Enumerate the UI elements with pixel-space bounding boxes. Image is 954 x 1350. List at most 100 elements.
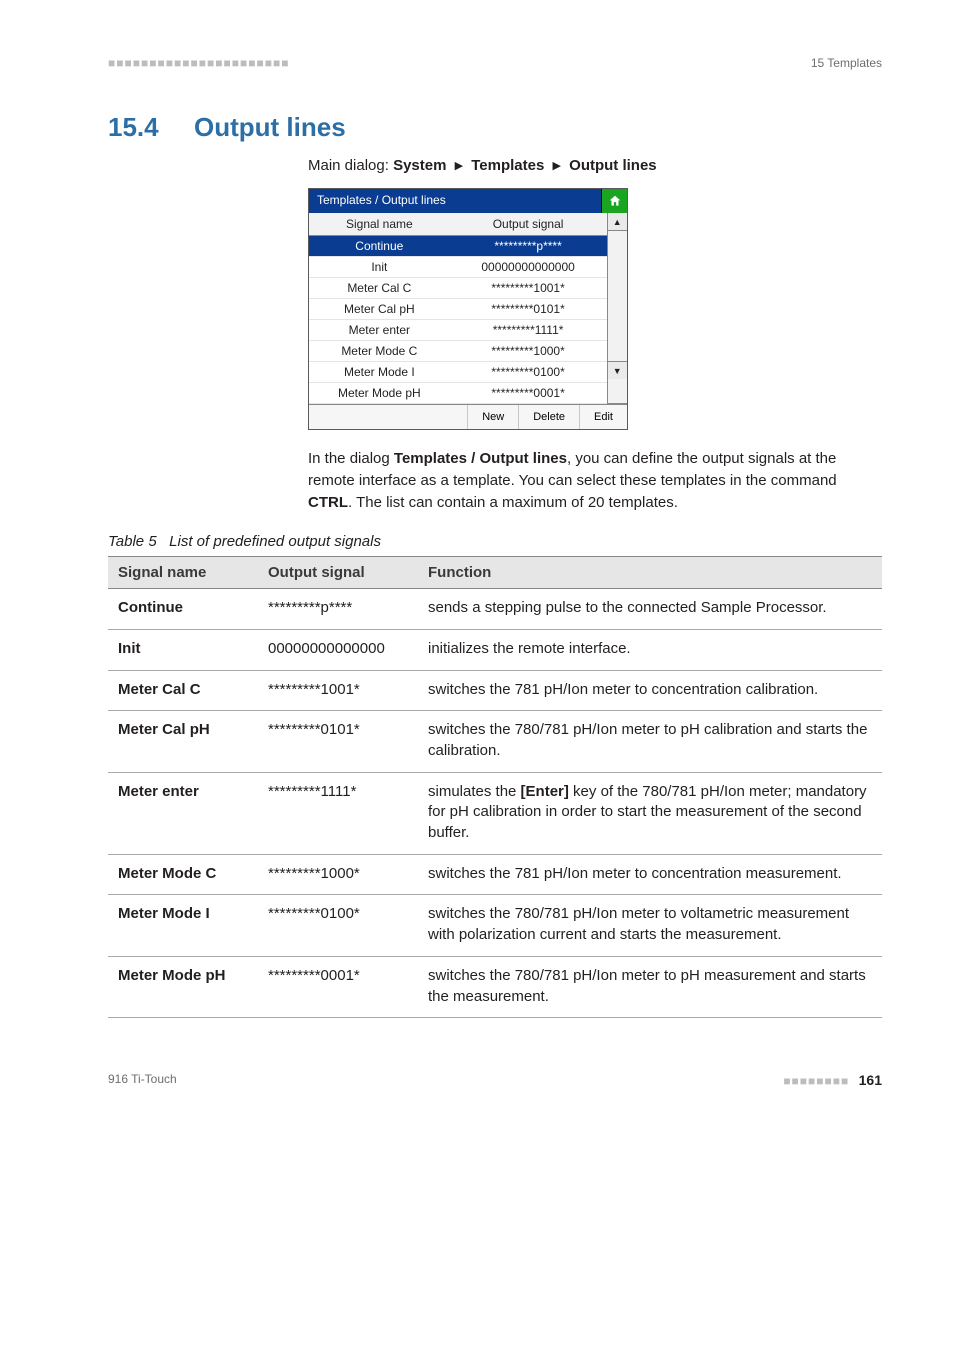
cell-name: Meter Cal C (309, 278, 450, 299)
header-dots: ■■■■■■■■■■■■■■■■■■■■■■ (108, 56, 289, 70)
cell-sig: *********0101* (450, 299, 607, 320)
table-caption: Table 5 List of predefined output signal… (108, 533, 882, 550)
cell-sig: *********p**** (450, 236, 607, 257)
cell-function: switches the 780/781 pH/Ion meter to vol… (418, 895, 882, 956)
table-row: Meter Mode I *********0100* switches the… (108, 895, 882, 956)
th-output-signal: Output signal (258, 557, 418, 589)
cell-signal-name: Meter Mode pH (108, 956, 258, 1017)
table-row: Init 00000000000000 initializes the remo… (108, 629, 882, 670)
cell-signal-name: Meter enter (108, 772, 258, 854)
cell-sig: *********1000* (450, 341, 607, 362)
cell-function: initializes the remote interface. (418, 629, 882, 670)
home-button[interactable] (601, 189, 627, 213)
dialog-title: Templates / Output lines (309, 189, 601, 213)
cell-sig: *********1111* (450, 320, 607, 341)
dialog-actionbar: New Delete Edit (309, 404, 627, 429)
th-signal-name: Signal name (108, 557, 258, 589)
para-bold: Templates / Output lines (394, 450, 567, 467)
cell-function: sends a stepping pulse to the connected … (418, 589, 882, 630)
th-function: Function (418, 557, 882, 589)
table-row[interactable]: Meter Mode I*********0100* (309, 362, 627, 383)
breadcrumb-p3: Output lines (569, 157, 657, 174)
cell-output-signal: *********p**** (258, 589, 418, 630)
cell-name: Continue (309, 236, 450, 257)
table-row: Continue *********p**** sends a stepping… (108, 589, 882, 630)
cell-output-signal: *********0100* (258, 895, 418, 956)
cell-signal-name: Meter Mode I (108, 895, 258, 956)
cell-sig: *********1001* (450, 278, 607, 299)
section-title: Output lines (194, 112, 346, 142)
table-row: Meter Cal pH *********0101* switches the… (108, 711, 882, 772)
cell-signal-name: Meter Mode C (108, 854, 258, 895)
cell-signal-name: Meter Cal C (108, 670, 258, 711)
edit-button[interactable]: Edit (579, 405, 627, 429)
cell-function: switches the 781 pH/Ion meter to concent… (418, 854, 882, 895)
table-row: Meter enter *********1111* simulates the… (108, 772, 882, 854)
cell-sig: 00000000000000 (450, 257, 607, 278)
chevron-right-icon: ▶ (451, 160, 467, 172)
table-row[interactable]: Meter Cal C*********1001* (309, 278, 627, 299)
cell-output-signal: *********0001* (258, 956, 418, 1017)
func-text: simulates the (428, 783, 521, 800)
cell-function: switches the 781 pH/Ion meter to concent… (418, 670, 882, 711)
table-row: Meter Cal C *********1001* switches the … (108, 670, 882, 711)
table-row[interactable]: Meter Cal pH*********0101* (309, 299, 627, 320)
running-header: ■■■■■■■■■■■■■■■■■■■■■■ 15 Templates (108, 56, 882, 70)
cell-name: Meter Mode I (309, 362, 450, 383)
cell-name: Meter Mode C (309, 341, 450, 362)
breadcrumb-p1: System (393, 157, 446, 174)
table-row[interactable]: Meter Mode pH*********0001* (309, 383, 627, 404)
table-caption-text: List of predefined output signals (169, 533, 381, 550)
para-text: In the dialog (308, 450, 394, 467)
header-chapter: 15 Templates (811, 56, 882, 70)
down-arrow-icon: ▼ (613, 366, 622, 376)
templates-output-lines-dialog: Templates / Output lines Signal name Out… (308, 188, 628, 430)
page-number: 161 (859, 1072, 882, 1088)
new-button[interactable]: New (467, 405, 518, 429)
output-signals-table: Signal name Output signal Function Conti… (108, 556, 882, 1018)
cell-name: Init (309, 257, 450, 278)
cell-output-signal: *********1111* (258, 772, 418, 854)
cell-output-signal: *********1001* (258, 670, 418, 711)
cell-name: Meter Cal pH (309, 299, 450, 320)
func-bold: [Enter] (521, 783, 569, 800)
para-bold: CTRL (308, 494, 348, 511)
cell-name: Meter enter (309, 320, 450, 341)
footer-dots: ■■■■■■■■ (783, 1074, 849, 1088)
breadcrumb-p2: Templates (471, 157, 544, 174)
up-arrow-icon: ▲ (613, 217, 622, 227)
table-row[interactable]: Meter enter*********1111* (309, 320, 627, 341)
table-row[interactable]: Continue*********p**** (309, 236, 627, 257)
dialog-table: Signal name Output signal ▲ ▼ Continue**… (309, 213, 627, 404)
cell-function: switches the 780/781 pH/Ion meter to pH … (418, 711, 882, 772)
table-row[interactable]: Meter Mode C*********1000* (309, 341, 627, 362)
dialog-col-signal-name: Signal name (309, 213, 450, 236)
para-text: . The list can contain a maximum of 20 t… (348, 494, 678, 511)
breadcrumb: Main dialog: System ▶ Templates ▶ Output… (308, 157, 882, 174)
scroll-down-button[interactable]: ▼ (608, 361, 628, 379)
home-icon (608, 194, 622, 208)
section-heading: 15.4Output lines (108, 112, 882, 143)
dialog-titlebar: Templates / Output lines (309, 189, 627, 213)
chevron-right-icon: ▶ (549, 160, 565, 172)
intro-paragraph: In the dialog Templates / Output lines, … (308, 448, 882, 513)
table-row[interactable]: Init00000000000000 (309, 257, 627, 278)
page-footer: 916 Ti-Touch ■■■■■■■■ 161 (108, 1072, 882, 1088)
dialog-col-output-signal: Output signal (450, 213, 607, 236)
cell-output-signal: *********0101* (258, 711, 418, 772)
section-number: 15.4 (108, 112, 194, 143)
cell-sig: *********0100* (450, 362, 607, 383)
table-caption-num: Table 5 (108, 533, 157, 550)
cell-signal-name: Meter Cal pH (108, 711, 258, 772)
cell-function: switches the 780/781 pH/Ion meter to pH … (418, 956, 882, 1017)
cell-function: simulates the [Enter] key of the 780/781… (418, 772, 882, 854)
scroll-up-button[interactable]: ▲ (608, 213, 628, 231)
cell-output-signal: 00000000000000 (258, 629, 418, 670)
delete-button[interactable]: Delete (518, 405, 579, 429)
table-row: Meter Mode C *********1000* switches the… (108, 854, 882, 895)
cell-signal-name: Continue (108, 589, 258, 630)
footer-product: 916 Ti-Touch (108, 1072, 177, 1088)
breadcrumb-lead: Main dialog: (308, 157, 393, 174)
table-row: Meter Mode pH *********0001* switches th… (108, 956, 882, 1017)
cell-signal-name: Init (108, 629, 258, 670)
